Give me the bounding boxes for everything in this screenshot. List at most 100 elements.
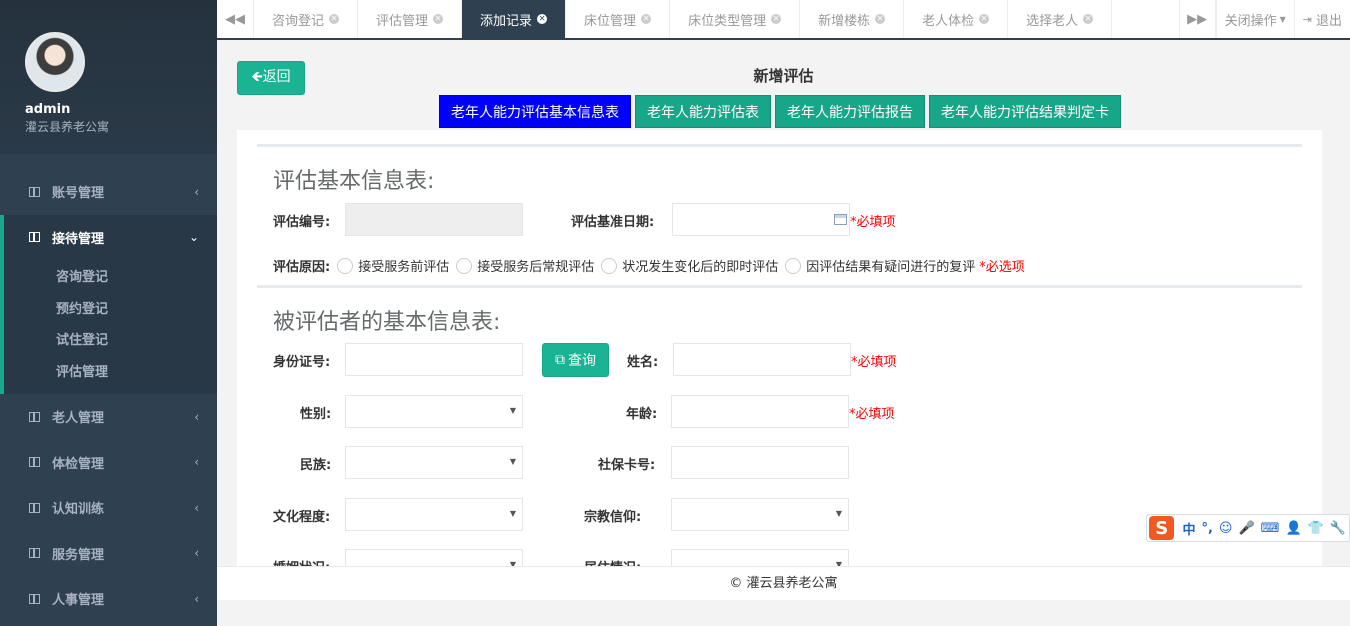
date-label: 评估基准日期:: [571, 215, 655, 230]
section-title-person: 被评估者的基本信息表:: [273, 310, 501, 335]
close-tab-icon[interactable]: ✕: [641, 14, 652, 24]
scroll-tabs-left-button[interactable]: ◀◀: [217, 0, 254, 38]
marital-select[interactable]: [345, 549, 523, 566]
step-report-button[interactable]: 老年人能力评估报告: [775, 95, 925, 128]
sidebar-subitem-trial-stay[interactable]: 试住登记: [4, 323, 217, 355]
step-tabs: 老年人能力评估基本信息表 老年人能力评估表 老年人能力评估报告 老年人能力评估结…: [439, 95, 1121, 128]
sidebar-subitem-assessment[interactable]: 评估管理: [4, 355, 217, 387]
tab-label: 床位类型管理: [688, 13, 767, 29]
tab-bed-type[interactable]: 床位类型管理 ✕: [670, 0, 801, 38]
scroll-tabs-right-button[interactable]: ▶▶: [1178, 0, 1216, 38]
close-tab-icon[interactable]: ✕: [1083, 14, 1094, 24]
sidebar-subitem-consult[interactable]: 咨询登记: [4, 260, 217, 292]
query-button[interactable]: ⧉ 查询: [542, 343, 609, 377]
sidebar-item-label: 接待管理: [52, 231, 105, 247]
sidebar-item-checkup[interactable]: 体检管理 ‹: [0, 440, 217, 486]
content-area: 🡸返回 新增评估 老年人能力评估基本信息表 老年人能力评估表 老年人能力评估报告…: [217, 40, 1350, 566]
education-select[interactable]: [345, 498, 523, 531]
step-basic-info-button[interactable]: 老年人能力评估基本信息表: [439, 95, 631, 128]
avatar[interactable]: [25, 32, 85, 92]
logout-button[interactable]: ⇥ 退出: [1293, 0, 1350, 38]
calendar-icon[interactable]: [834, 214, 847, 225]
chinese-mode-icon[interactable]: 中: [1182, 519, 1195, 538]
reason-radio-group: 评估原因: 接受服务前评估 接受服务后常规评估 状况发生变化后的即时评估 因评估…: [273, 256, 1025, 275]
close-tab-icon[interactable]: ✕: [537, 14, 548, 24]
education-label: 文化程度:: [273, 510, 331, 525]
sidebar-item-label: 人事管理: [52, 593, 105, 609]
tab-label: 新增楼栋: [818, 13, 871, 29]
ime-toolbar: S 中 °, ☺ 🎤 ⌨ 👤 👕 🔧: [1146, 514, 1350, 542]
page-title: 新增评估: [753, 67, 814, 85]
settings-wrench-icon[interactable]: 🔧: [1330, 521, 1346, 536]
sidebar-item-label: 体检管理: [52, 456, 105, 472]
keyboard-icon[interactable]: ⌨: [1261, 521, 1280, 536]
sidebar-item-reception[interactable]: 接待管理 ⌄: [4, 215, 217, 261]
close-tab-icon[interactable]: ✕: [771, 14, 782, 24]
form-panel: 评估基本信息表: 评估编号: 评估基准日期: *必填项 评估原因: 接受服务前评…: [237, 130, 1322, 566]
close-tab-icon[interactable]: ✕: [875, 14, 886, 24]
chevron-down-icon: ⌄: [188, 230, 199, 245]
tab-bed[interactable]: 床位管理 ✕: [566, 0, 671, 38]
columns-icon: [29, 186, 40, 197]
columns-icon: [29, 411, 40, 422]
social-card-input[interactable]: [671, 446, 849, 479]
religion-select[interactable]: [671, 498, 849, 531]
tab-add-record[interactable]: 添加记录 ✕: [462, 0, 567, 38]
sidebar-item-label: 老人管理: [52, 411, 105, 427]
age-input[interactable]: [671, 395, 849, 428]
radio-label: 因评估结果有疑问进行的复评: [806, 260, 976, 275]
close-operations-dropdown[interactable]: 关闭操作 ▼: [1215, 0, 1294, 38]
sidebar-item-elderly[interactable]: 老人管理 ‹: [0, 394, 217, 440]
sidebar-item-label: 账号管理: [52, 186, 105, 202]
username[interactable]: admin: [25, 102, 217, 117]
radio-reason-status-change[interactable]: [601, 257, 618, 274]
tab-label: 床位管理: [584, 13, 637, 29]
sogou-logo-icon[interactable]: S: [1149, 516, 1175, 540]
profile: admin 灌云县养老公寓: [0, 0, 217, 154]
sign-out-icon: ⇥: [1302, 12, 1312, 26]
close-tab-icon[interactable]: ✕: [329, 14, 340, 24]
sidebar-item-service[interactable]: 服务管理 ‹: [0, 531, 217, 577]
required-mark: *必填项: [851, 355, 897, 370]
radio-reason-routine[interactable]: [456, 257, 473, 274]
tab-elderly-checkup[interactable]: 老人体检 ✕: [904, 0, 1009, 38]
radio-reason-reassessment[interactable]: [785, 257, 802, 274]
close-tab-icon[interactable]: ✕: [433, 14, 444, 24]
columns-icon: [29, 593, 40, 604]
tab-label: 老人体检: [922, 13, 975, 29]
columns-icon: [29, 548, 40, 559]
sidebar-item-cognitive[interactable]: 认知训练 ‹: [0, 485, 217, 531]
radio-reason-before-service[interactable]: [337, 257, 354, 274]
punctuation-icon[interactable]: °,: [1201, 521, 1212, 536]
tab-assessment[interactable]: 评估管理 ✕: [358, 0, 463, 38]
radio-label: 接受服务前评估: [358, 260, 450, 275]
sidebar-menu-bottom: 老人管理 ‹ 体检管理 ‹ 认知训练 ‹ 服务管理 ‹ 人事管理 ‹: [0, 394, 217, 622]
user-icon[interactable]: 👤: [1285, 521, 1301, 536]
sidebar-subitem-appointment[interactable]: 预约登记: [4, 292, 217, 324]
step-ability-form-button[interactable]: 老年人能力评估表: [635, 95, 771, 128]
caret-down-icon: ▼: [1279, 14, 1286, 24]
tab-consult[interactable]: 咨询登记 ✕: [254, 0, 359, 38]
assessment-date-input[interactable]: [672, 203, 850, 236]
chevron-left-icon: ‹: [194, 184, 199, 199]
ethnic-select[interactable]: [345, 446, 523, 479]
gender-label: 性别:: [300, 407, 332, 422]
name-input[interactable]: [673, 343, 851, 376]
skin-icon[interactable]: 👕: [1308, 521, 1324, 536]
sidebar-item-account[interactable]: 账号管理 ‹: [0, 169, 217, 215]
emoji-icon[interactable]: ☺: [1219, 521, 1233, 536]
close-tab-icon[interactable]: ✕: [979, 14, 990, 24]
gender-select[interactable]: [345, 395, 523, 428]
microphone-icon[interactable]: 🎤: [1238, 521, 1254, 536]
columns-icon: [29, 232, 40, 243]
tab-select-elderly[interactable]: 选择老人 ✕: [1008, 0, 1113, 38]
id-number-input[interactable]: [345, 343, 523, 376]
chevron-left-icon: ‹: [194, 455, 199, 470]
reason-label: 评估原因:: [273, 260, 331, 275]
chevron-left-icon: ‹: [194, 500, 199, 515]
sidebar-item-hr[interactable]: 人事管理 ‹: [0, 576, 217, 622]
living-select[interactable]: [671, 549, 849, 566]
sidebar-group-reception: 接待管理 ⌄ 咨询登记 预约登记 试住登记 评估管理: [0, 214, 217, 394]
tab-new-building[interactable]: 新增楼栋 ✕: [800, 0, 905, 38]
step-result-card-button[interactable]: 老年人能力评估结果判定卡: [929, 95, 1121, 128]
